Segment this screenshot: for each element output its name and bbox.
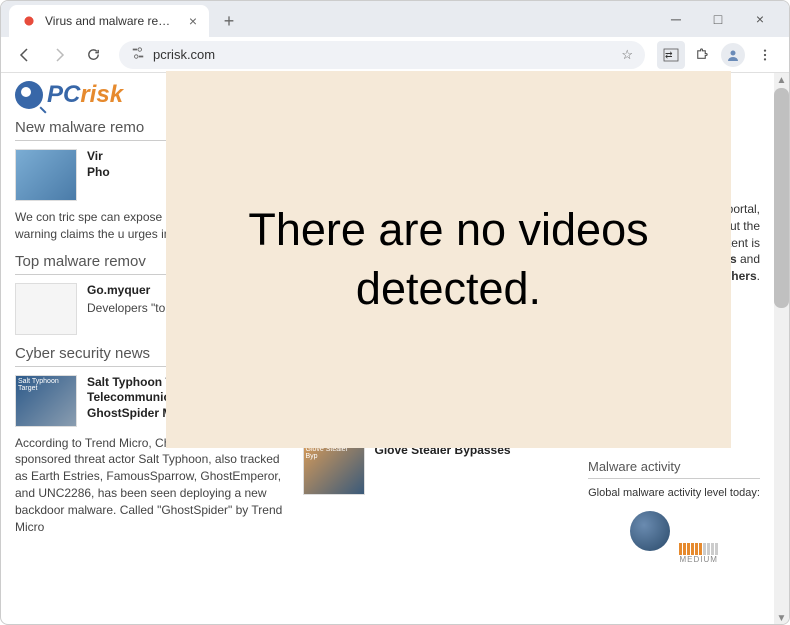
activity-widget: Global malware activity level today: MED…	[588, 487, 760, 564]
menu-button[interactable]	[751, 41, 779, 69]
scroll-up-icon[interactable]: ▲	[774, 73, 789, 88]
profile-icon	[725, 47, 741, 63]
translate-button[interactable]: ⇄	[657, 41, 685, 69]
scrollbar[interactable]: ▲ ▼	[774, 73, 789, 625]
reload-icon	[86, 47, 101, 62]
article-thumb[interactable]	[15, 149, 77, 201]
kebab-icon	[758, 48, 772, 62]
site-settings-icon[interactable]	[131, 46, 145, 63]
close-button[interactable]: ×	[739, 4, 781, 34]
puzzle-icon	[694, 47, 709, 62]
forward-icon	[51, 47, 67, 63]
reload-button[interactable]	[79, 41, 107, 69]
article-text: According to Trend Micro, Chinese state-…	[15, 435, 287, 536]
video-overlay: There are no videos detected.	[166, 71, 731, 448]
section-malware-activity: Malware activity	[588, 459, 760, 479]
article-thumb[interactable]: Glove Stealer Byp	[303, 443, 365, 495]
translate-icon: ⇄	[663, 47, 679, 63]
minimize-button[interactable]: ─	[655, 4, 697, 34]
globe-icon	[630, 511, 670, 551]
window-controls: ─ □ ×	[655, 1, 781, 37]
overlay-message: There are no videos detected.	[166, 201, 731, 318]
browser-titlebar: Virus and malware removal ins × + ─ □ ×	[1, 1, 789, 37]
article-item: Glove Stealer Byp Glove Stealer Bypasses	[303, 443, 575, 495]
browser-window: Virus and malware removal ins × + ─ □ × …	[0, 0, 790, 625]
scrollbar-thumb[interactable]	[774, 88, 789, 308]
url-text: pcrisk.com	[153, 47, 613, 62]
new-tab-button[interactable]: +	[215, 7, 243, 35]
bookmark-star-icon[interactable]: ☆	[621, 47, 633, 63]
extensions-button[interactable]	[687, 41, 715, 69]
back-button[interactable]	[11, 41, 39, 69]
magnifier-icon	[15, 81, 43, 109]
svg-text:⇄: ⇄	[665, 50, 673, 60]
extension-group: ⇄	[657, 41, 715, 69]
article-thumb[interactable]: Salt Typhoon Target	[15, 375, 77, 427]
article-body: Glove Stealer Bypasses	[375, 443, 575, 495]
back-icon	[17, 47, 33, 63]
browser-tab[interactable]: Virus and malware removal ins ×	[9, 5, 209, 37]
maximize-button[interactable]: □	[697, 4, 739, 34]
tab-close-icon[interactable]: ×	[189, 13, 197, 29]
logo-text: PCrisk	[47, 81, 123, 109]
activity-label: Global malware activity level today:	[588, 487, 760, 499]
activity-level: MEDIUM	[679, 555, 718, 564]
activity-meter: MEDIUM	[679, 543, 718, 564]
address-bar[interactable]: pcrisk.com ☆	[119, 41, 645, 69]
article-thumb[interactable]	[15, 283, 77, 335]
profile-button[interactable]	[721, 43, 745, 67]
browser-toolbar: pcrisk.com ☆ ⇄	[1, 37, 789, 73]
favicon-icon	[21, 13, 37, 29]
forward-button[interactable]	[45, 41, 73, 69]
scroll-down-icon[interactable]: ▼	[774, 611, 789, 625]
tab-title: Virus and malware removal ins	[45, 14, 177, 28]
